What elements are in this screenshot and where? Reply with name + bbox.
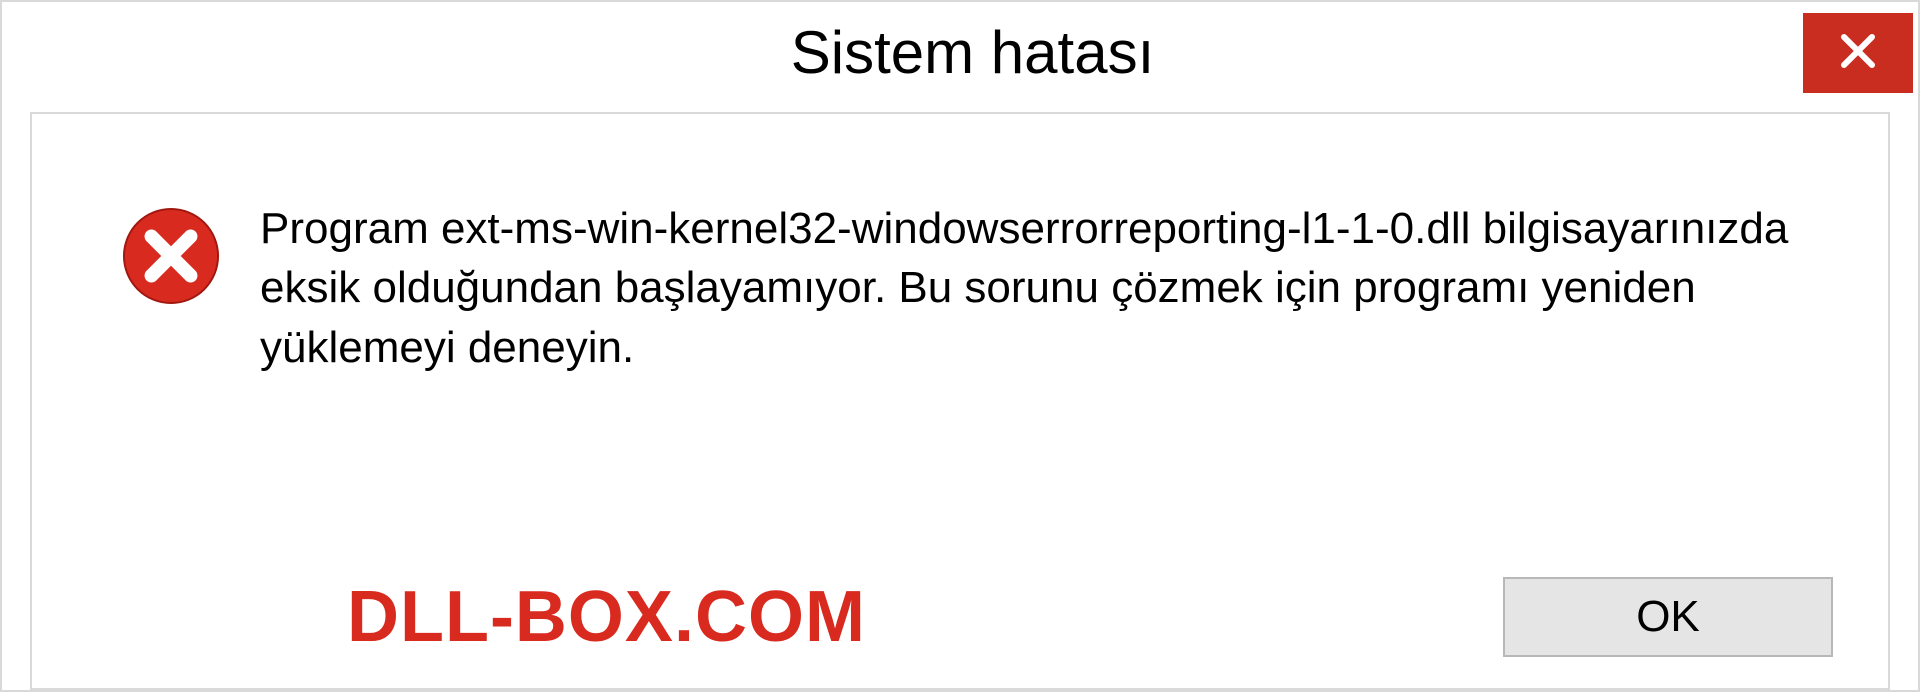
ok-button[interactable]: OK: [1503, 577, 1833, 657]
error-icon: [122, 207, 220, 305]
close-icon: [1838, 31, 1878, 76]
message-row: Program ext-ms-win-kernel32-windowserror…: [72, 144, 1848, 377]
title-bar: Sistem hatası: [2, 2, 1918, 102]
content-area: Program ext-ms-win-kernel32-windowserror…: [30, 112, 1890, 690]
dialog-title: Sistem hatası: [691, 18, 1155, 87]
close-button[interactable]: [1803, 13, 1913, 93]
ok-button-label: OK: [1636, 592, 1700, 642]
error-message: Program ext-ms-win-kernel32-windowserror…: [260, 199, 1820, 377]
brand-watermark: DLL-BOX.COM: [347, 576, 866, 658]
footer-row: DLL-BOX.COM OK: [72, 536, 1848, 668]
error-dialog: Sistem hatası Program ext-ms-win-kernel3…: [0, 0, 1920, 692]
